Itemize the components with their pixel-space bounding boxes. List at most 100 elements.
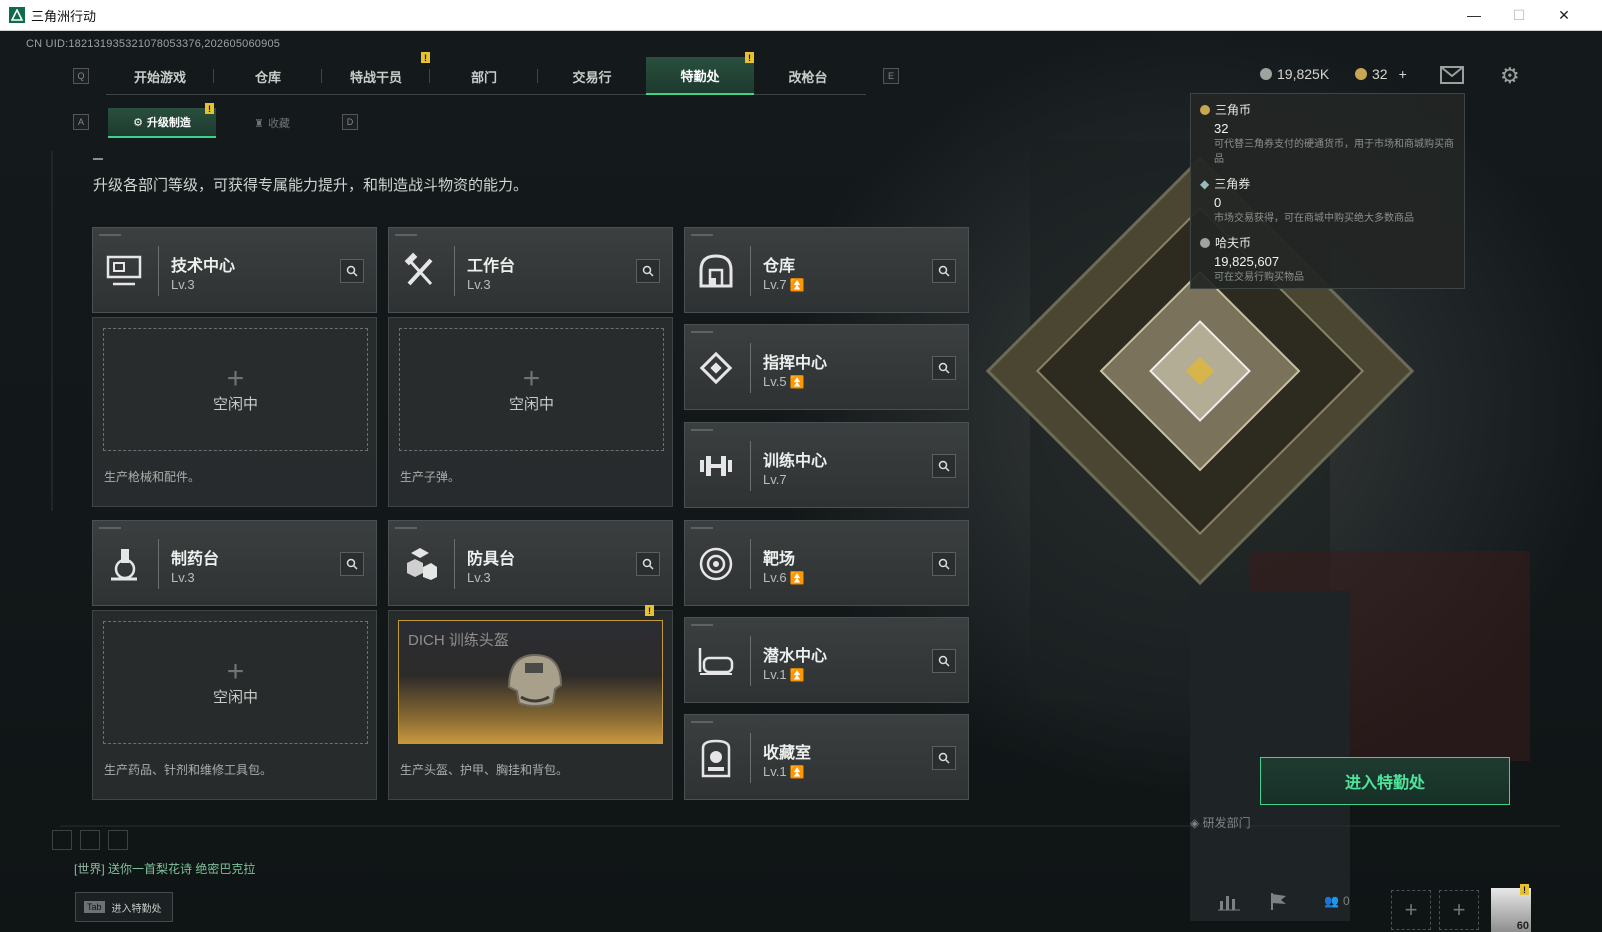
dumbbell-icon [695, 445, 737, 487]
chat-message[interactable]: [世界] 送你一首梨花诗 绝密巴克拉 [74, 860, 255, 877]
department-card-collection[interactable]: 收藏室 Lv.1 ⏫ [684, 714, 969, 800]
subtab-upgrade[interactable]: ⚙ 升级制造 [108, 108, 216, 138]
search-icon[interactable] [932, 259, 956, 283]
chat-expand-icon[interactable] [52, 830, 72, 850]
trophy-icon: ♜ [254, 117, 264, 130]
department-card-workbench[interactable]: 工作台 Lv.3 [388, 227, 673, 313]
friends-icon: 👥 [1324, 894, 1339, 908]
tab-shortcut-hint[interactable]: Tab 进入特勤处 [75, 892, 173, 922]
department-card-tech[interactable]: 技术中心 Lv.3 [92, 227, 377, 313]
tooltip-voucher-name: 三角券 [1214, 177, 1251, 191]
tab-special-ops[interactable]: 特勤处 [646, 57, 754, 95]
upgrade-arrow-icon: ⏫ [789, 374, 805, 389]
stats-chart-icon[interactable] [1216, 888, 1242, 914]
search-icon[interactable] [636, 259, 660, 283]
close-window-button[interactable]: ✕ [1542, 0, 1586, 30]
search-icon[interactable] [340, 552, 364, 576]
slot-description: 生产头盔、护甲、胸挂和背包。 [400, 763, 569, 777]
search-icon[interactable] [932, 746, 956, 770]
item-name: DICH 训练头盔 [408, 632, 509, 649]
maximize-button[interactable]: ☐ [1497, 0, 1541, 30]
search-icon[interactable] [636, 552, 660, 576]
department-card-training[interactable]: 训练中心 Lv.7 [684, 422, 969, 508]
search-icon[interactable] [340, 259, 364, 283]
tab-warehouse[interactable]: 仓库 [214, 57, 322, 95]
nav-next-key: E [883, 68, 899, 84]
triangle-coin-amount: 32 [1372, 66, 1388, 82]
tab-department[interactable]: 部门 [430, 57, 538, 95]
tab-start-game[interactable]: 开始游戏 [106, 57, 214, 95]
level-text: Lv.6 [763, 570, 787, 585]
currency-tooltip: 三角币 32 可代替三角券支付的硬通货币，用于市场和商城购买商品 ◆ 三角券 0 … [1190, 93, 1465, 289]
search-icon[interactable] [932, 552, 956, 576]
invite-slot-2[interactable]: + [1439, 890, 1479, 930]
tab-gunsmith[interactable]: 改枪台 [754, 57, 862, 95]
triangle-coin-currency[interactable]: 32 + [1355, 66, 1407, 82]
subtab-collection[interactable]: ♜ 收藏 [218, 108, 326, 138]
production-item-card[interactable]: DICH 训练头盔 [398, 620, 663, 744]
level-text: Lv.7 [763, 277, 787, 292]
upgrade-arrow-icon: ⏫ [789, 570, 805, 585]
window-titlebar: 三角洲行动 — ☐ ✕ [0, 0, 1602, 31]
search-icon[interactable] [932, 649, 956, 673]
flag-icon[interactable] [1266, 888, 1292, 914]
tab-trade[interactable]: 交易行 [538, 57, 646, 95]
tooltip-coin-desc: 可代替三角券支付的硬通货币，用于市场和商城购买商品 [1214, 139, 1454, 165]
department-name: 制药台 [171, 551, 220, 568]
chat-settings-icon[interactable] [108, 830, 128, 850]
mail-icon[interactable] [1440, 66, 1464, 89]
department-card-range[interactable]: 靶场 Lv.6 ⏫ [684, 520, 969, 606]
department-card-warehouse[interactable]: 仓库 Lv.7 ⏫ [684, 227, 969, 313]
invite-slot-1[interactable]: + [1391, 890, 1431, 930]
add-coin-button[interactable]: + [1399, 66, 1407, 82]
hafu-coin-icon [1200, 237, 1210, 248]
department-card-command[interactable]: 指挥中心 Lv.5 ⏫ [684, 324, 969, 410]
department-card-pharmacy[interactable]: 制药台 Lv.3 [92, 520, 377, 606]
search-icon[interactable] [932, 356, 956, 380]
level-text: Lv.3 [171, 570, 195, 585]
department-name: 训练中心 [763, 453, 828, 470]
tab-key: Tab [84, 901, 105, 913]
tooltip-hafu-desc: 可在交易行购买物品 [1214, 272, 1304, 283]
level-text: Lv.5 [763, 374, 787, 389]
avatar-notice-badge: ! [1520, 884, 1529, 895]
microscope-icon [103, 543, 145, 585]
department-name: 防具台 [467, 551, 516, 568]
tab-operators[interactable]: 特战干员 [322, 57, 430, 95]
upgrade-arrow-icon: ⏫ [789, 764, 805, 779]
subtab-upgrade-label: 升级制造 [146, 117, 191, 129]
tooltip-voucher-value: 0 [1214, 195, 1222, 210]
add-production-button[interactable]: + 空闲中 [399, 328, 664, 451]
add-production-button[interactable]: + 空闲中 [103, 621, 368, 744]
tooltip-coin-value: 32 [1214, 121, 1229, 136]
slot-status: 空闲中 [508, 396, 554, 413]
slot-description: 生产子弹。 [400, 470, 461, 484]
department-level: Lv.1 ⏫ [763, 667, 805, 682]
department-level: Lv.3 [467, 570, 491, 585]
settings-gear-icon[interactable]: ⚙ [1500, 63, 1520, 89]
department-card-diving[interactable]: 潜水中心 Lv.1 ⏫ [684, 617, 969, 703]
department-name: 靶场 [763, 551, 796, 568]
chat-text: 送你一首梨花诗 绝密巴克拉 [108, 862, 256, 876]
department-level: Lv.1 ⏫ [763, 764, 805, 779]
department-name: 工作台 [467, 258, 516, 275]
chat-resize-icon[interactable] [80, 830, 100, 850]
add-production-button[interactable]: + 空闲中 [103, 328, 368, 451]
level-text: Lv.1 [763, 667, 787, 682]
chat-toolbar [52, 830, 128, 850]
tab-hint-label: 进入特勤处 [111, 903, 162, 915]
subnav-prev-key: A [73, 114, 89, 130]
minimize-button[interactable]: — [1452, 0, 1496, 30]
friends-button[interactable]: 👥 0 [1324, 888, 1350, 914]
diving-mask-icon [695, 640, 737, 682]
subnav-next-key: D [342, 114, 358, 130]
chat-channel: [世界] [74, 862, 105, 876]
monitor-icon [103, 250, 145, 292]
upgrade-arrow-icon: ⏫ [789, 277, 805, 292]
building-label-text: 研发部门 [1202, 816, 1251, 830]
search-icon[interactable] [932, 454, 956, 478]
hafu-currency[interactable]: 19,825K [1260, 66, 1329, 82]
department-card-armor[interactable]: 防具台 Lv.3 [388, 520, 673, 606]
enter-special-ops-button[interactable]: 进入特勤处 [1260, 757, 1510, 805]
vault-icon [695, 250, 737, 292]
